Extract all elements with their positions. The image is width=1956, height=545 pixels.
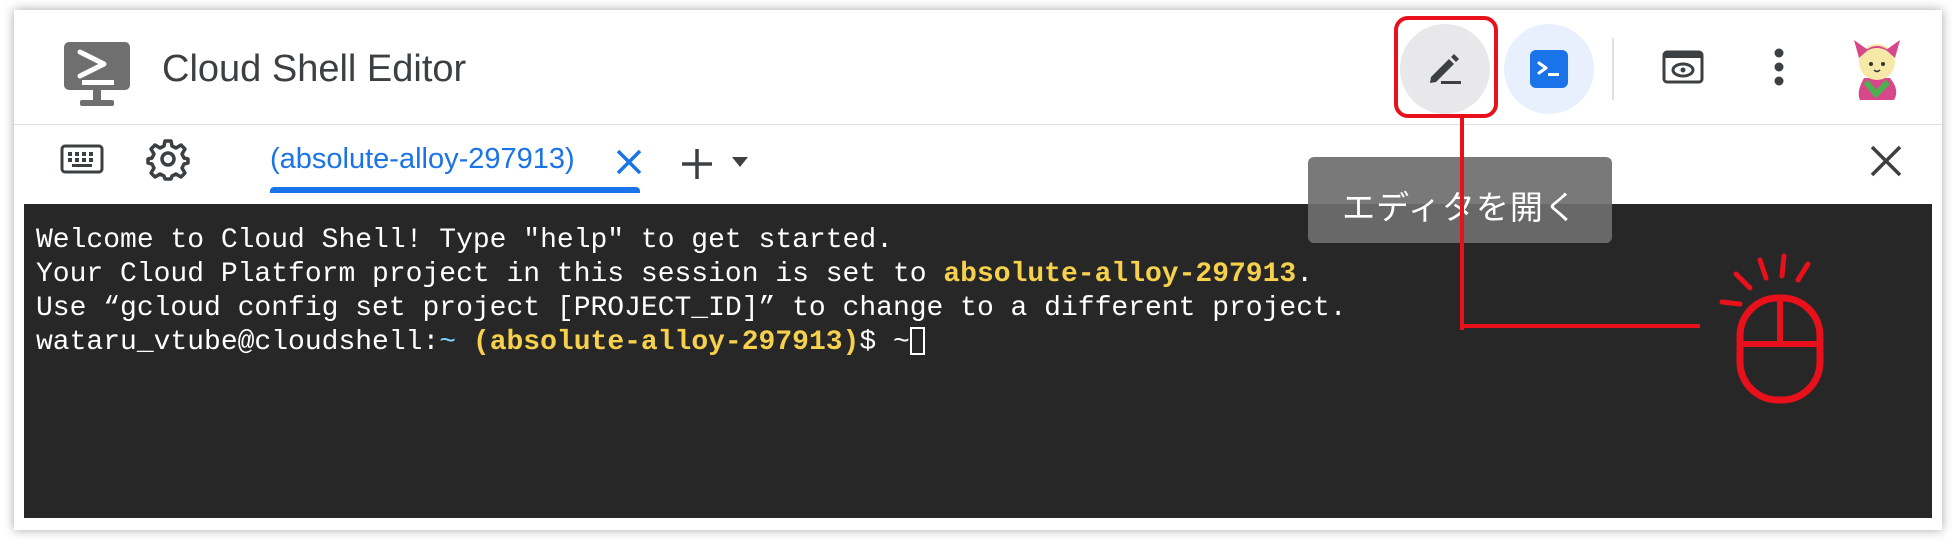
prompt-user: wataru_vtube@cloudshell: xyxy=(36,327,440,358)
gear-icon[interactable] xyxy=(144,135,192,183)
terminal-text: . xyxy=(1296,259,1314,290)
terminal-line: Your Cloud Platform project in this sess… xyxy=(36,258,1313,292)
annotation-highlight-box xyxy=(1394,16,1498,118)
terminal-prompt: wataru_vtube@cloudshell:~ (absolute-allo… xyxy=(36,326,925,360)
caret-down-icon[interactable] xyxy=(730,155,750,169)
tab-label: (absolute-alloy-297913) xyxy=(270,143,575,175)
app-title: Cloud Shell Editor xyxy=(162,48,467,90)
close-icon[interactable] xyxy=(612,145,646,179)
more-vert-icon xyxy=(1773,47,1785,92)
terminal-tab-bar: (absolute-alloy-297913) xyxy=(14,125,1942,193)
close-panel-icon[interactable] xyxy=(1868,143,1904,179)
web-preview-button[interactable] xyxy=(1638,24,1728,114)
header-divider xyxy=(1612,38,1614,100)
active-tab-indicator xyxy=(270,187,640,193)
cloud-shell-window: Cloud Shell Editor (absolute-alloy-29791… xyxy=(14,10,1942,530)
terminal-button[interactable] xyxy=(1504,24,1594,114)
keyboard-icon[interactable] xyxy=(58,139,106,179)
terminal-cursor xyxy=(909,327,925,355)
avatar[interactable] xyxy=(1832,24,1922,114)
terminal-output[interactable]: Welcome to Cloud Shell! Type "help" to g… xyxy=(24,204,1932,518)
web-preview-icon xyxy=(1662,50,1704,89)
terminal-line: Welcome to Cloud Shell! Type "help" to g… xyxy=(36,225,893,256)
prompt-symbol: $ ~ xyxy=(859,327,910,358)
cloud-shell-terminal-icon xyxy=(62,40,132,108)
annotation-line xyxy=(1460,118,1464,330)
terminal-icon xyxy=(1530,50,1568,88)
prompt-path: ~ xyxy=(439,327,457,358)
plus-icon[interactable] xyxy=(678,145,716,183)
more-options-button[interactable] xyxy=(1734,24,1824,114)
mouse-click-icon xyxy=(1710,252,1850,408)
terminal-text: Your Cloud Platform project in this sess… xyxy=(36,259,944,290)
header-bar: Cloud Shell Editor xyxy=(14,10,1942,125)
prompt-project: (absolute-alloy-297913) xyxy=(472,327,860,358)
terminal-line: Use “gcloud config set project [PROJECT_… xyxy=(36,293,1347,324)
tab-absolute-alloy-297913[interactable]: (absolute-alloy-297913) xyxy=(260,125,642,193)
project-id: absolute-alloy-297913 xyxy=(943,259,1297,290)
annotation-line xyxy=(1460,324,1700,328)
